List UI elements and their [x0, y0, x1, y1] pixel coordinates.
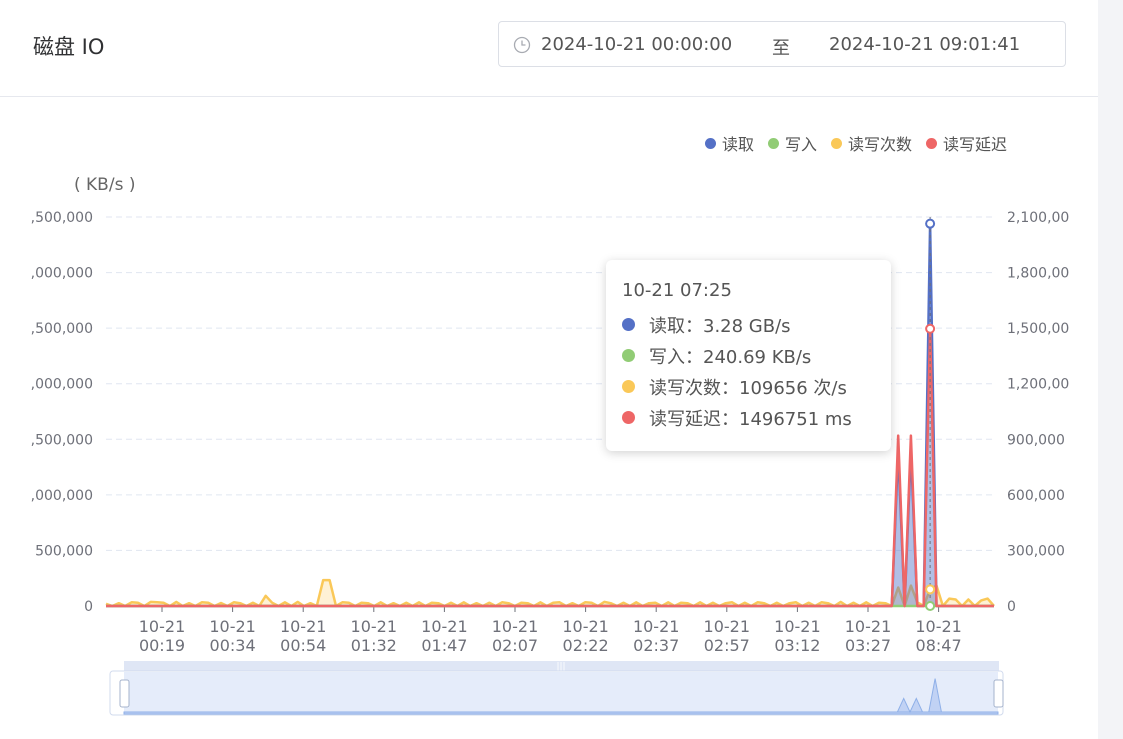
right-tick-label: 1,500,00: [1007, 321, 1069, 337]
x-axis: 10-2100:1910-2100:3410-2100:5410-2101:32…: [106, 605, 994, 655]
x-tick-label: 01:32: [351, 636, 397, 655]
x-tick-label: 03:27: [845, 636, 891, 655]
left-tick-label: ,500,000: [31, 432, 93, 448]
right-tick-label: 900,000: [1007, 432, 1065, 448]
right-tick-label: 2,100,00: [1007, 210, 1069, 226]
x-tick-label: 10-21: [209, 617, 256, 636]
x-tick-label: 10-21: [351, 617, 398, 636]
tooltip-row-read: 读取：3.28 GB/s: [622, 309, 875, 340]
tooltip-row-latency: 读写延迟：1496751 ms: [622, 402, 875, 433]
left-tick-label: ,500,000: [31, 321, 93, 337]
series-line-2: [105, 578, 995, 608]
highlight-point: [925, 323, 936, 334]
left-tick-label: ,500,000: [31, 210, 93, 226]
x-tick-label: 10-21: [704, 617, 751, 636]
disk-io-chart[interactable]: ( KB/s ) ,500,000 ,000,000 ,500,000 ,000,00…: [0, 0, 1098, 739]
x-tick-label: 00:54: [280, 636, 326, 655]
y-unit-label: ( KB/s ): [74, 175, 135, 195]
x-tick-label: 08:47: [916, 636, 962, 655]
highlight-point: [925, 218, 936, 229]
chart-tooltip: 10-21 07:25 读取：3.28 GB/s 写入：240.69 KB/s …: [606, 260, 891, 451]
left-tick-label: ,000,000: [31, 266, 93, 282]
x-tick-label: 02:07: [492, 636, 538, 655]
right-tick-label: 1,800,00: [1007, 266, 1069, 282]
left-tick-label: ,000,000: [31, 488, 93, 504]
left-tick-label: 0: [84, 599, 93, 615]
x-tick-label: 10-21: [562, 617, 609, 636]
zoom-handle-right: [993, 679, 1004, 708]
x-tick-label: 10-21: [845, 617, 892, 636]
highlight-point: [925, 584, 936, 595]
right-axis: 2,100,00 1,800,00 1,500,00 1,200,00 900,000 6…: [1007, 210, 1069, 615]
right-tick-label: 1,200,00: [1007, 377, 1069, 393]
x-tick-label: 03:12: [774, 636, 820, 655]
tooltip-text: 读写延迟：1496751 ms: [649, 408, 852, 430]
right-tick-label: 0: [1007, 599, 1016, 615]
x-tick-label: 02:22: [563, 636, 609, 655]
tooltip-title: 10-21 07:25: [622, 280, 732, 301]
left-tick-label: ,000,000: [31, 377, 93, 393]
x-tick-label: 10-21: [774, 617, 821, 636]
right-tick-label: 300,000: [1007, 543, 1065, 559]
x-tick-label: 10-21: [280, 617, 327, 636]
tooltip-dot: [622, 380, 635, 393]
x-tick-label: 10-21: [492, 617, 539, 636]
zoom-window: [124, 672, 998, 714]
x-tick-label: 10-21: [633, 617, 680, 636]
tooltip-dot: [622, 318, 635, 331]
x-tick-label: 00:19: [139, 636, 185, 655]
tooltip-text: 读写次数：109656 次/s: [649, 377, 847, 399]
tooltip-dot: [622, 411, 635, 424]
tooltip-dot: [622, 349, 635, 362]
x-tick-label: 02:37: [633, 636, 679, 655]
x-tick-label: 10-21: [421, 617, 468, 636]
x-tick-label: 00:34: [210, 636, 256, 655]
x-tick-label: 10-21: [139, 617, 186, 636]
tooltip-row-iops: 读写次数：109656 次/s: [622, 371, 875, 402]
left-tick-label: 500,000: [35, 543, 93, 559]
zoom-handle-left: [119, 679, 130, 708]
highlight-point: [925, 601, 936, 611]
x-tick-label: 10-21: [915, 617, 962, 636]
x-tick-label: 02:57: [704, 636, 750, 655]
data-zoom-slider[interactable]: |||: [109, 661, 1004, 716]
tooltip-text: 读取：3.28 GB/s: [649, 315, 791, 337]
left-axis: ,500,000 ,000,000 ,500,000 ,000,000 ,500,000…: [31, 210, 93, 615]
tooltip-text: 写入：240.69 KB/s: [649, 346, 812, 368]
x-tick-label: 01:47: [421, 636, 467, 655]
right-tick-label: 600,000: [1007, 488, 1065, 504]
disk-io-panel: 磁盘 IO 2024-10-21 00:00:00 至 2024-10-21 0…: [0, 0, 1098, 739]
tooltip-row-write: 写入：240.69 KB/s: [622, 340, 875, 371]
